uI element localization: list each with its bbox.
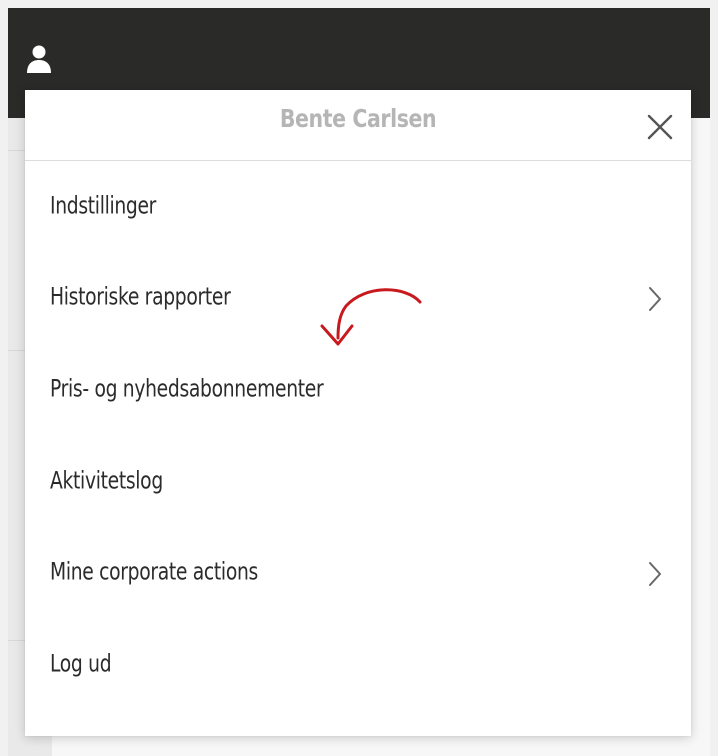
user-menu: Bente Carlsen Indstillinger Historiske r… (25, 90, 691, 736)
close-icon[interactable] (645, 112, 675, 142)
menu-item-label: Log ud (50, 649, 112, 678)
menu-item-indstillinger[interactable]: Indstillinger (25, 161, 691, 253)
chevron-right-icon (649, 562, 661, 587)
chevron-right-icon (649, 287, 661, 312)
menu-item-label: Historiske rapporter (50, 282, 231, 311)
user-name: Bente Carlsen (279, 104, 437, 133)
menu-item-label: Aktivitetslog (50, 466, 163, 495)
menu-item-label: Mine corporate actions (50, 557, 258, 586)
menu-item-log-ud[interactable]: Log ud (25, 619, 691, 711)
menu-item-pris-og-nyhedsabonnementer[interactable]: Pris- og nyhedsabonnementer (25, 344, 691, 436)
user-menu-list: Indstillinger Historiske rapporter Pris-… (25, 161, 691, 711)
menu-item-label: Indstillinger (50, 191, 157, 220)
user-menu-header: Bente Carlsen (25, 90, 691, 161)
menu-item-historiske-rapporter[interactable]: Historiske rapporter (25, 253, 691, 345)
menu-item-label: Pris- og nyhedsabonnementer (50, 374, 324, 403)
menu-item-aktivitetslog[interactable]: Aktivitetslog (25, 436, 691, 528)
app-screen: Bente Carlsen Indstillinger Historiske r… (0, 0, 718, 756)
user-icon[interactable] (26, 44, 52, 74)
menu-item-mine-corporate-actions[interactable]: Mine corporate actions (25, 527, 691, 619)
